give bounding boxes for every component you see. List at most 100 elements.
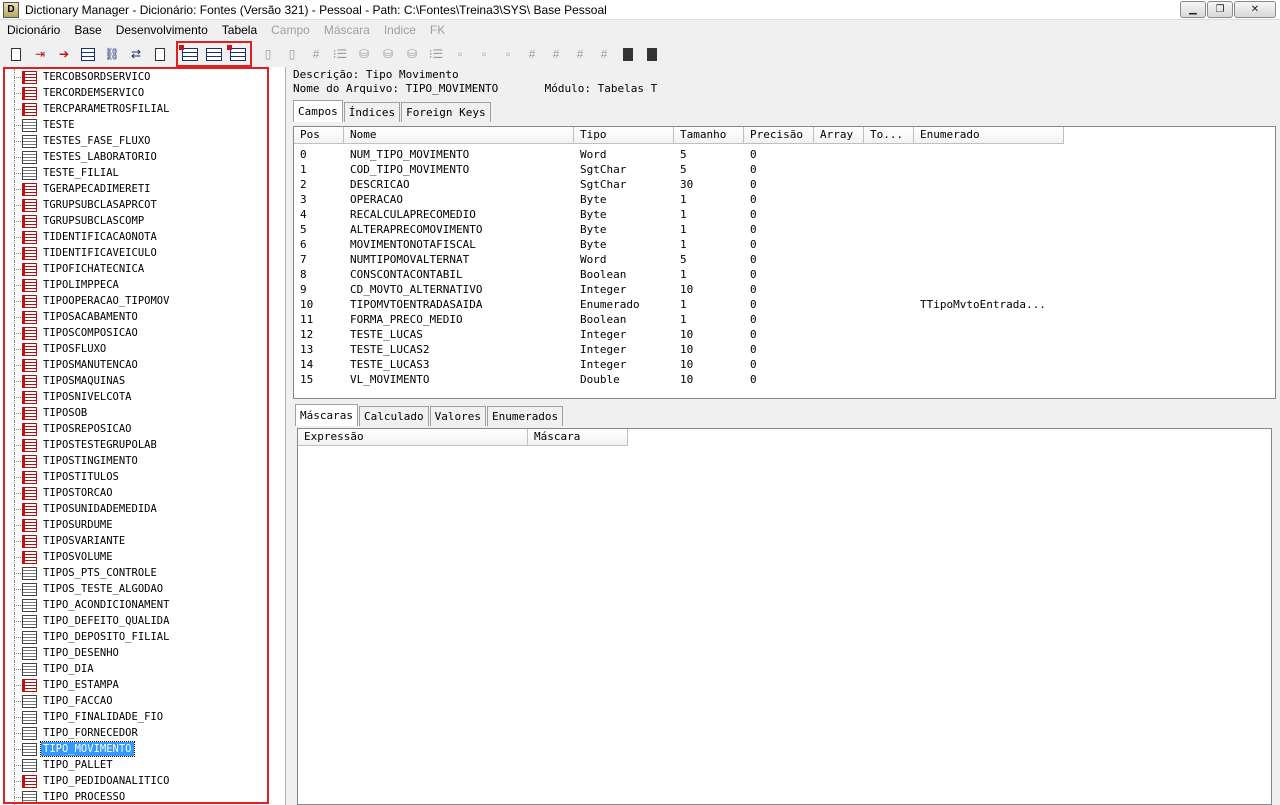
table-row[interactable]: 9 CD_MOVTO_ALTERNATIVO Integer 10 0 bbox=[294, 282, 1064, 297]
column-header-mascara[interactable]: Máscara bbox=[528, 429, 628, 446]
column-header-array[interactable]: Array bbox=[814, 127, 864, 144]
tree-item[interactable]: TIPOSNIVELCOTA bbox=[0, 389, 264, 405]
tree-item[interactable]: TIPOSTESTEGRUPOLAB bbox=[0, 437, 264, 453]
tree-item[interactable]: TIPOFICHATECNICA bbox=[0, 261, 264, 277]
tree-item[interactable]: TIPOS_PTS_CONTROLE bbox=[0, 565, 264, 581]
table-row[interactable]: 10 TIPOMVTOENTRADASAIDA Enumerado 1 0 TTipoMv… bbox=[294, 297, 1064, 312]
table-row[interactable]: 7 NUMTIPOMOVALTERNAT Word 5 0 bbox=[294, 252, 1064, 267]
table-row[interactable]: 8 CONSCONTACONTABIL Boolean 1 0 bbox=[294, 267, 1064, 282]
tree-item[interactable]: TIPOSCOMPOSICAO bbox=[0, 325, 264, 341]
tab-foreign-keys[interactable]: Foreign Keys bbox=[401, 102, 491, 122]
tab-enumerados[interactable]: Enumerados bbox=[486, 406, 564, 426]
menu-dicionario[interactable]: Dicionário bbox=[0, 23, 67, 37]
table-row[interactable]: 15 VL_MOVIMENTO Double 10 0 bbox=[294, 372, 1064, 387]
column-header-to[interactable]: To... bbox=[864, 127, 914, 144]
hierarchy-icon[interactable]: ⛓ bbox=[100, 43, 124, 65]
tree-item[interactable]: TIPOSVOLUME bbox=[0, 549, 264, 565]
edit-table-icon[interactable] bbox=[202, 43, 226, 65]
tree-item[interactable]: TIPO_FINALIDADE_FIO bbox=[0, 709, 264, 725]
tree-item[interactable]: TIPOSTITULOS bbox=[0, 469, 264, 485]
tree-item[interactable]: TIPO_PALLET bbox=[0, 757, 264, 773]
document-icon[interactable] bbox=[148, 43, 172, 65]
delete-table-icon[interactable] bbox=[226, 43, 250, 65]
hash-4-icon[interactable]: # bbox=[568, 43, 592, 65]
tree-item[interactable]: TESTE bbox=[0, 117, 264, 133]
column-header-pos[interactable]: Pos bbox=[294, 127, 344, 144]
field-bar-icon[interactable]: ▯ bbox=[256, 43, 280, 65]
column-header-precisao[interactable]: Precisão bbox=[744, 127, 814, 144]
table-tree[interactable]: TERCOBSORDSERVICO TERCORDEMSERVICO TERCPAR… bbox=[0, 67, 286, 805]
tree-item[interactable]: TIPO_FACCAO bbox=[0, 693, 264, 709]
app-icon[interactable]: D bbox=[3, 1, 19, 18]
tree-item[interactable]: TIPO_DESENHO bbox=[0, 645, 264, 661]
database-2-icon[interactable]: ⛁ bbox=[376, 43, 400, 65]
close-button[interactable]: ✕ bbox=[1234, 1, 1276, 18]
hash-3-icon[interactable]: # bbox=[544, 43, 568, 65]
menu-desenvolvimento[interactable]: Desenvolvimento bbox=[109, 23, 215, 37]
tree-item[interactable]: TESTES_LABORATORIO bbox=[0, 149, 264, 165]
node-icon[interactable]: ▫ bbox=[448, 43, 472, 65]
tree-item[interactable]: TIPOLIMPPECA bbox=[0, 277, 264, 293]
menu-campo[interactable]: Campo bbox=[264, 23, 317, 37]
tree-item[interactable]: TIPOSURDUME bbox=[0, 517, 264, 533]
tree-item[interactable]: TIPOSUNIDADEMEDIDA bbox=[0, 501, 264, 517]
table-row[interactable]: 4 RECALCULAPRECOMEDIO Byte 1 0 bbox=[294, 207, 1064, 222]
minimize-button[interactable]: ▁ bbox=[1180, 1, 1206, 18]
hash-icon[interactable]: # bbox=[304, 43, 328, 65]
tree-item[interactable]: TIPOSTINGIMENTO bbox=[0, 453, 264, 469]
database-3-icon[interactable]: ⛁ bbox=[400, 43, 424, 65]
pane-splitter[interactable] bbox=[287, 401, 1280, 405]
table-row[interactable]: 11 FORMA_PRECO_MEDIO Boolean 1 0 bbox=[294, 312, 1064, 327]
tree-item[interactable]: TERCPARAMETROSFILIAL bbox=[0, 101, 264, 117]
database-icon[interactable]: ⛁ bbox=[352, 43, 376, 65]
table-row[interactable]: 0 NUM_TIPO_MOVIMENTO Word 5 0 bbox=[294, 147, 1064, 162]
tab-campos[interactable]: Campos bbox=[293, 100, 343, 122]
tree-item[interactable]: TERCOBSORDSERVICO bbox=[0, 69, 264, 85]
tree-item[interactable]: TGRUPSUBCLASCOMP bbox=[0, 213, 264, 229]
menu-base[interactable]: Base bbox=[67, 23, 108, 37]
tree-item[interactable]: TIPOSOB bbox=[0, 405, 264, 421]
column-header-enumerado[interactable]: Enumerado bbox=[914, 127, 1064, 144]
hash-2-icon[interactable]: # bbox=[520, 43, 544, 65]
node-2-icon[interactable]: ▫ bbox=[472, 43, 496, 65]
new-document-icon[interactable] bbox=[4, 43, 28, 65]
tree-item[interactable]: TIPOS_TESTE_ALGODAO bbox=[0, 581, 264, 597]
tree-item[interactable]: TIPO_FORNECEDOR bbox=[0, 725, 264, 741]
tree-item[interactable]: TGERAPECADIMERETI bbox=[0, 181, 264, 197]
tree-item[interactable]: TIPOSTORCAO bbox=[0, 485, 264, 501]
tree-item[interactable]: TIPO_DEFEITO_QUALIDA bbox=[0, 613, 264, 629]
tree-item[interactable]: TGRUPSUBCLASAPRCOT bbox=[0, 197, 264, 213]
tree-item[interactable]: TESTE_FILIAL bbox=[0, 165, 264, 181]
tree-item[interactable]: TIPOSMAQUINAS bbox=[0, 373, 264, 389]
column-header-tipo[interactable]: Tipo bbox=[574, 127, 674, 144]
column-header-tamanho[interactable]: Tamanho bbox=[674, 127, 744, 144]
new-table-icon[interactable] bbox=[178, 43, 202, 65]
import-icon[interactable]: ⇥ bbox=[28, 43, 52, 65]
tree-item[interactable]: TIPOSFLUXO bbox=[0, 341, 264, 357]
column-header-nome[interactable]: Nome bbox=[344, 127, 574, 144]
table-row[interactable]: 6 MOVIMENTONOTAFISCAL Byte 1 0 bbox=[294, 237, 1064, 252]
tree-item[interactable]: TIPOSREPOSICAO bbox=[0, 421, 264, 437]
menu-mascara[interactable]: Máscara bbox=[317, 23, 377, 37]
fields-grid[interactable]: Pos Nome Tipo Tamanho Precisão Array To... Enum… bbox=[293, 126, 1276, 399]
fk-edit-icon[interactable] bbox=[616, 43, 640, 65]
table-row[interactable]: 3 OPERACAO Byte 1 0 bbox=[294, 192, 1064, 207]
table-row[interactable]: 1 COD_TIPO_MOVIMENTO SgtChar 5 0 bbox=[294, 162, 1064, 177]
menu-tabela[interactable]: Tabela bbox=[215, 23, 264, 37]
tree-item[interactable]: TERCORDEMSERVICO bbox=[0, 85, 264, 101]
tree-item[interactable]: TIDENTIFICACAONOTA bbox=[0, 229, 264, 245]
export-icon[interactable]: ➔ bbox=[52, 43, 76, 65]
tab-indices[interactable]: Índices bbox=[343, 102, 401, 122]
tree-item[interactable]: TIPO_DEPOSITO_FILIAL bbox=[0, 629, 264, 645]
tab-calculado[interactable]: Calculado bbox=[358, 406, 429, 426]
table-row[interactable]: 13 TESTE_LUCAS2 Integer 10 0 bbox=[294, 342, 1064, 357]
tree-item[interactable]: TIPOSACABAMENTO bbox=[0, 309, 264, 325]
tree-item[interactable]: TIPO_DIA bbox=[0, 661, 264, 677]
mask-grid[interactable]: Expressão Máscara bbox=[297, 428, 1272, 805]
tree-item[interactable]: TIDENTIFICAVEICULO bbox=[0, 245, 264, 261]
table-row[interactable]: 12 TESTE_LUCAS Integer 10 0 bbox=[294, 327, 1064, 342]
maximize-button[interactable]: ❐ bbox=[1207, 1, 1233, 18]
list-icon[interactable]: ⁝☰ bbox=[328, 43, 352, 65]
table-row[interactable]: 14 TESTE_LUCAS3 Integer 10 0 bbox=[294, 357, 1064, 372]
table-row[interactable]: 5 ALTERAPRECOMOVIMENTO Byte 1 0 bbox=[294, 222, 1064, 237]
